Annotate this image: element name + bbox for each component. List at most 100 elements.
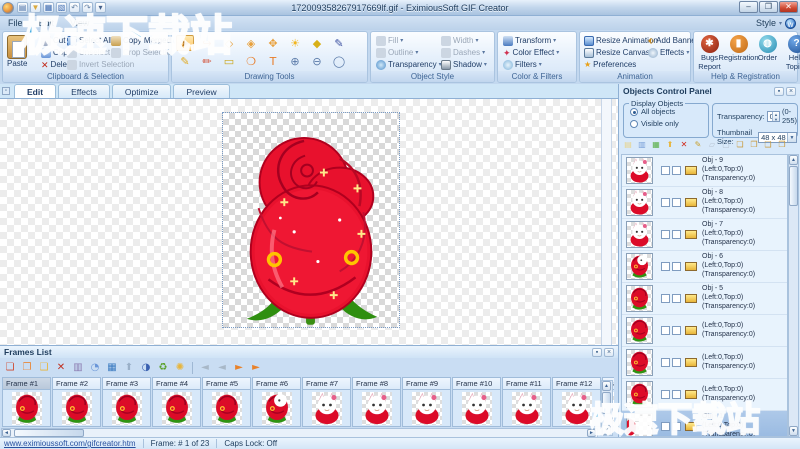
frame-cell[interactable]: Frame #4 xyxy=(152,377,201,427)
play-frame-icon[interactable]: ◑ xyxy=(139,361,153,375)
scroll-down-icon[interactable]: ▼ xyxy=(789,426,798,436)
resize-canvas-button[interactable]: Resize Canvas xyxy=(584,47,658,59)
paint-frame-icon[interactable]: ◔ xyxy=(88,361,102,375)
scroll-up-icon[interactable]: ▲ xyxy=(789,155,798,165)
add-frame-icon[interactable]: ❏ xyxy=(3,361,17,375)
frame-cell[interactable]: Frame #11 xyxy=(502,377,551,427)
lasso-select-tool-icon[interactable]: ◇ xyxy=(220,35,238,51)
width-button[interactable]: Width▾ xyxy=(441,35,487,47)
send-back-icon[interactable]: ❒ xyxy=(776,139,788,151)
tab-effects[interactable]: Effects xyxy=(58,84,110,98)
preferences-button[interactable]: ★Preferences xyxy=(584,59,658,71)
import-image-icon[interactable]: ▦ xyxy=(105,361,119,375)
registration-button[interactable]: ▮Registration xyxy=(724,34,753,72)
rename-object-icon[interactable]: ✎ xyxy=(692,139,704,151)
save-as-icon[interactable]: ▧ xyxy=(56,2,67,13)
scroll-up-icon[interactable]: ▲ xyxy=(602,381,611,391)
close-panel-icon[interactable]: × xyxy=(786,87,796,96)
lock-checkbox[interactable] xyxy=(672,358,681,367)
pencil-tool-icon[interactable]: ✎ xyxy=(176,53,194,69)
visibility-checkbox[interactable] xyxy=(661,294,670,303)
zoom-tool-icon[interactable]: ◯ xyxy=(330,53,348,69)
close-panel-icon[interactable]: × xyxy=(604,348,614,357)
frame-cell[interactable]: Frame #5 xyxy=(202,377,251,427)
frame-cell[interactable]: Frame #8 xyxy=(352,377,401,427)
visibility-checkbox[interactable] xyxy=(661,422,670,431)
add-frame-after-icon[interactable]: ❐ xyxy=(20,361,34,375)
save-file-icon[interactable]: ▦ xyxy=(43,2,54,13)
visibility-checkbox[interactable] xyxy=(661,262,670,271)
undo-icon[interactable]: ↶ xyxy=(69,2,80,13)
frame-cell[interactable]: Frame #1 xyxy=(2,377,51,427)
scroll-thumb[interactable] xyxy=(789,166,798,206)
add-banner-button[interactable]: ⬖Add Banner xyxy=(648,35,698,47)
pin-icon[interactable]: ▪ xyxy=(774,87,784,96)
website-link[interactable]: www.eximioussoft.com/gifcreator.htm xyxy=(4,439,136,448)
resize-animation-button[interactable]: Resize Animation xyxy=(584,35,658,47)
tab-optimize[interactable]: Optimize xyxy=(112,84,172,98)
visibility-checkbox[interactable] xyxy=(661,326,670,335)
redo-icon[interactable]: ↷ xyxy=(82,2,93,13)
color-picker-tool-icon[interactable]: ✎ xyxy=(330,35,348,51)
frame-cell[interactable]: Frame #10 xyxy=(452,377,501,427)
next-frame-icon[interactable]: ► xyxy=(232,361,246,375)
move-selection-tool-icon[interactable]: ✥ xyxy=(264,35,282,51)
lock-checkbox[interactable] xyxy=(672,262,681,271)
object-row[interactable]: Obj - 9(Left:0,Top:0)(Transparency:0) xyxy=(622,155,787,187)
import-object-icon[interactable]: ⬆ xyxy=(664,139,676,151)
brush-tool-icon[interactable]: ✏ xyxy=(198,53,216,69)
objects-vertical-scrollbar[interactable]: ▲ ▼ xyxy=(788,154,799,437)
add-image-object-icon[interactable]: ▦ xyxy=(650,139,662,151)
timer-frame-icon[interactable]: ✺ xyxy=(173,361,187,375)
delete-frame-icon[interactable]: ✕ xyxy=(54,361,68,375)
help-topics-button[interactable]: ?Help Topics xyxy=(782,34,800,72)
scroll-down-icon[interactable]: ▼ xyxy=(602,425,611,435)
frame-up-icon[interactable]: ⬆ xyxy=(122,361,136,375)
brightness-tool-icon[interactable]: ☀ xyxy=(286,35,304,51)
dashes-button[interactable]: Dashes▾ xyxy=(441,47,487,59)
scroll-thumb[interactable] xyxy=(14,429,84,437)
spinner-arrows-icon[interactable]: ▲▼ xyxy=(772,112,779,121)
visibility-checkbox[interactable] xyxy=(661,358,670,367)
visibility-checkbox[interactable] xyxy=(661,390,670,399)
object-row[interactable]: (Left:0,Top:0)(Transparency:0) xyxy=(622,347,787,379)
visibility-checkbox[interactable] xyxy=(661,198,670,207)
object-row[interactable]: (Left:0,Top:0)(Transparency:0) xyxy=(622,315,787,347)
copy-object-icon[interactable]: ▥ xyxy=(636,139,648,151)
menu-item-edit[interactable]: Edit xyxy=(31,18,63,28)
last-frame-icon[interactable]: ► xyxy=(249,361,263,375)
frame-cell[interactable]: Frame #9 xyxy=(402,377,451,427)
shadow-button[interactable]: Shadow▾ xyxy=(441,59,487,71)
fill-bucket-tool-icon[interactable]: ◆ xyxy=(308,35,326,51)
lock-checkbox[interactable] xyxy=(672,198,681,207)
object-row[interactable]: Obj - 7(Left:0,Top:0)(Transparency:0) xyxy=(622,219,787,251)
select-tool-icon[interactable]: ➤ xyxy=(176,35,194,51)
edit-workarea[interactable] xyxy=(0,99,618,345)
copy-merged-button[interactable]: Copy Merged xyxy=(111,35,175,47)
zoom-out-tool-icon[interactable]: ⊖ xyxy=(308,53,326,69)
visibility-checkbox[interactable] xyxy=(661,230,670,239)
about-icon[interactable]: w xyxy=(785,18,796,29)
object-row[interactable]: (Left:0,Top:0)(Transparency:0) xyxy=(622,379,787,411)
invert-selection-button[interactable]: Invert Selection xyxy=(67,59,134,71)
first-frame-icon[interactable]: ◄ xyxy=(198,361,212,375)
object-row[interactable]: Obj - 1(Left:0,Top:0)(Transparency:0) xyxy=(622,411,787,437)
visible-only-radio[interactable]: Visible only xyxy=(630,119,708,128)
menu-item-view[interactable]: View xyxy=(62,18,97,28)
transform-button[interactable]: Transform▾ xyxy=(503,35,559,47)
crop-selection-button[interactable]: Crop Selection xyxy=(111,47,175,59)
frame-cell[interactable]: Frame #7 xyxy=(302,377,351,427)
pin-icon[interactable]: ▪ xyxy=(592,348,602,357)
fill-button[interactable]: Fill▾ xyxy=(376,35,442,47)
close-button[interactable]: ✕ xyxy=(779,1,798,13)
lock-checkbox[interactable] xyxy=(672,294,681,303)
frame-cell[interactable]: Frame #12 xyxy=(552,377,601,427)
edit-object-icon[interactable]: ▢ xyxy=(720,139,732,151)
transparency-button[interactable]: Transparency▾ xyxy=(376,59,442,71)
object-row[interactable]: Obj - 5(Left:0,Top:0)(Transparency:0) xyxy=(622,283,787,315)
visibility-checkbox[interactable] xyxy=(661,166,670,175)
bring-front-icon[interactable]: ❏ xyxy=(734,139,746,151)
prev-frame-icon[interactable]: ◄ xyxy=(215,361,229,375)
bring-forward-icon[interactable]: ❐ xyxy=(748,139,760,151)
duplicate-frame-icon[interactable]: ❑ xyxy=(37,361,51,375)
